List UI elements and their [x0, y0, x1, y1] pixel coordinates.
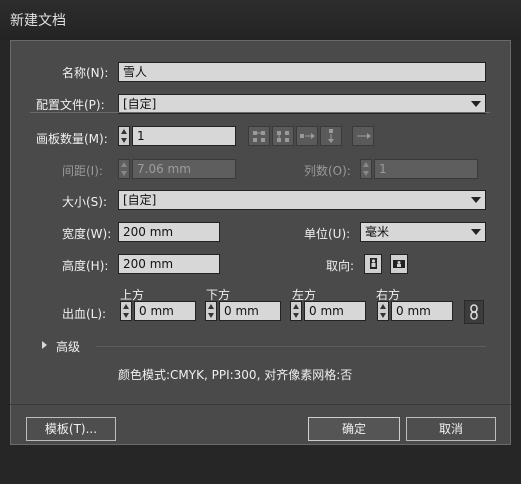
portrait-icon[interactable]: [364, 254, 382, 274]
change-layout-direction-icon[interactable]: [352, 126, 374, 146]
chevron-down-icon: [471, 229, 481, 235]
artboards-label: 画板数量(M):: [36, 132, 108, 146]
arrange-by-column-icon[interactable]: [320, 126, 342, 146]
artboards-input[interactable]: 1: [132, 126, 236, 146]
units-label: 单位(U):: [304, 227, 351, 241]
window-title: 新建文档: [10, 13, 66, 29]
cancel-button[interactable]: 取消: [406, 417, 496, 441]
profile-select[interactable]: [自定]: [118, 94, 486, 114]
bleed-bottom-stepper[interactable]: [205, 301, 217, 321]
bleed-left-stepper[interactable]: [290, 301, 302, 321]
landscape-icon[interactable]: [390, 254, 408, 274]
bleed-right-stepper[interactable]: [377, 301, 389, 321]
spacing-stepper[interactable]: [118, 159, 130, 179]
columns-stepper[interactable]: [360, 159, 372, 179]
advanced-divider: [96, 346, 486, 347]
spacing-label: 间距(I):: [62, 164, 103, 178]
arrange-by-row-icon[interactable]: [296, 126, 318, 146]
height-label: 高度(H):: [62, 259, 109, 273]
units-value: 毫米: [365, 225, 390, 239]
profile-value: [自定]: [123, 97, 157, 111]
name-label: 名称(N):: [62, 66, 109, 80]
footer-divider: [10, 404, 511, 405]
width-input[interactable]: 200 mm: [118, 222, 220, 242]
columns-label: 列数(O):: [304, 164, 351, 178]
document-info-text: 颜色模式:CMYK, PPI:300, 对齐像素网格:否: [118, 368, 353, 382]
advanced-label[interactable]: 高级: [56, 338, 80, 355]
chain-link-icon[interactable]: [464, 300, 484, 324]
artboards-stepper[interactable]: [118, 126, 130, 146]
units-select[interactable]: 毫米: [360, 222, 486, 242]
orientation-label: 取向:: [326, 259, 355, 273]
width-label: 宽度(W):: [62, 227, 112, 241]
columns-input[interactable]: 1: [374, 159, 478, 179]
profile-label: 配置文件(P):: [36, 98, 105, 112]
bleed-label: 出血(L):: [62, 307, 107, 321]
profile-section-divider: [30, 112, 490, 113]
title-bar: [0, 0, 521, 40]
grid-by-column-icon[interactable]: [272, 126, 294, 146]
ok-button[interactable]: 确定: [308, 417, 400, 441]
triangle-right-icon[interactable]: [42, 341, 47, 349]
size-label: 大小(S):: [62, 195, 108, 209]
bleed-left-input[interactable]: 0 mm: [304, 301, 366, 321]
size-select[interactable]: [自定]: [118, 190, 486, 210]
chevron-down-icon: [471, 197, 481, 203]
templates-button[interactable]: 模板(T)...: [26, 417, 116, 441]
chevron-down-icon: [471, 101, 481, 107]
bleed-right-input[interactable]: 0 mm: [391, 301, 453, 321]
spacing-input[interactable]: 7.06 mm: [132, 159, 236, 179]
size-value: [自定]: [123, 193, 157, 207]
height-input[interactable]: 200 mm: [118, 254, 220, 274]
grid-by-row-icon[interactable]: [248, 126, 270, 146]
bleed-top-stepper[interactable]: [120, 301, 132, 321]
bleed-top-input[interactable]: 0 mm: [134, 301, 196, 321]
bleed-bottom-input[interactable]: 0 mm: [219, 301, 281, 321]
name-input[interactable]: 雪人: [118, 62, 486, 82]
